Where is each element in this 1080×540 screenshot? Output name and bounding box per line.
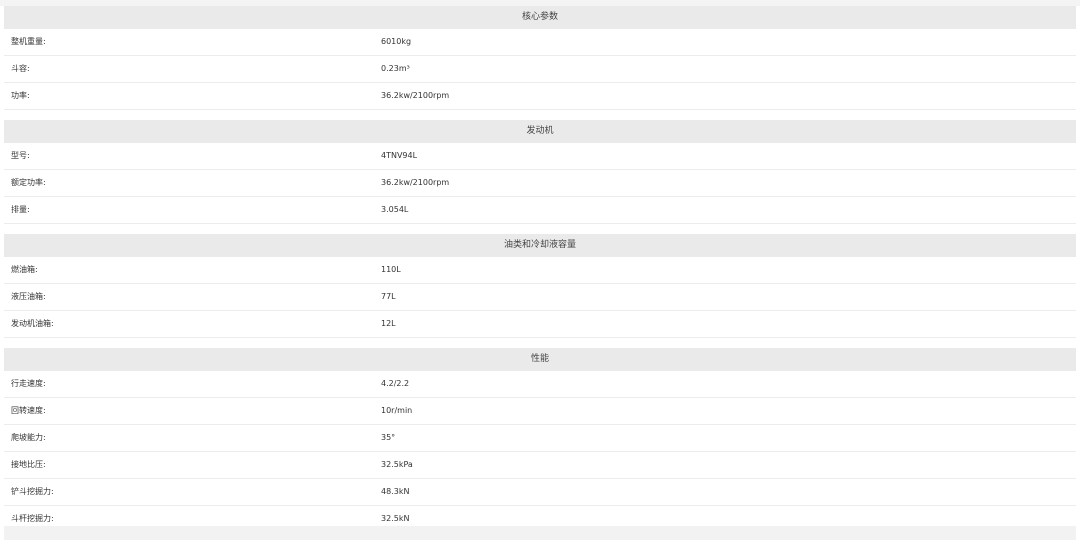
spec-row: 燃油箱: 110L [4, 257, 1076, 284]
spec-row: 功率: 36.2kw/2100rpm [4, 83, 1076, 110]
spec-label: 排量: [11, 205, 30, 214]
spec-row: 整机重量: 6010kg [4, 29, 1076, 56]
bottom-bar [4, 526, 1076, 540]
section-header: 性能 [4, 348, 1076, 371]
spec-row: 斗容: 0.23m³ [4, 56, 1076, 83]
spec-value: 35° [381, 433, 396, 442]
spec-value: 110L [381, 265, 401, 274]
spec-row: 爬坡能力: 35° [4, 425, 1076, 452]
spec-row: 铲斗挖掘力: 48.3kN [4, 479, 1076, 506]
spec-page: 核心参数 整机重量: 6010kg 斗容: 0.23m³ 功率: 36.2kw/… [0, 0, 1080, 540]
spec-label: 发动机油箱: [11, 319, 54, 328]
spec-value: 48.3kN [381, 487, 410, 496]
spec-label: 整机重量: [11, 37, 46, 46]
spec-row: 回转速度: 10r/min [4, 398, 1076, 425]
spec-label: 型号: [11, 151, 30, 160]
spec-label: 行走速度: [11, 379, 46, 388]
section-engine: 发动机 型号: 4TNV94L 额定功率: 36.2kw/2100rpm 排量:… [4, 120, 1076, 224]
spec-label: 功率: [11, 91, 30, 100]
spec-label: 铲斗挖掘力: [11, 487, 54, 496]
spec-value: 36.2kw/2100rpm [381, 91, 450, 100]
section-header: 油类和冷却液容量 [4, 234, 1076, 257]
spec-label: 额定功率: [11, 178, 46, 187]
spec-value: 4TNV94L [381, 151, 418, 160]
spec-label: 接地比压: [11, 460, 46, 469]
section-header: 核心参数 [4, 6, 1076, 29]
spec-label: 回转速度: [11, 406, 46, 415]
spec-label: 液压油箱: [11, 292, 46, 301]
spec-row: 排量: 3.054L [4, 197, 1076, 224]
spec-label: 燃油箱: [11, 265, 38, 274]
spec-value: 77L [381, 292, 396, 301]
section-core-params: 核心参数 整机重量: 6010kg 斗容: 0.23m³ 功率: 36.2kw/… [4, 6, 1076, 110]
section-performance: 性能 行走速度: 4.2/2.2 回转速度: 10r/min 爬坡能力: 35°… [4, 348, 1076, 533]
spec-row: 接地比压: 32.5kPa [4, 452, 1076, 479]
spec-label: 爬坡能力: [11, 433, 46, 442]
section-fluid-capacity: 油类和冷却液容量 燃油箱: 110L 液压油箱: 77L 发动机油箱: 12L [4, 234, 1076, 338]
spec-sections: 核心参数 整机重量: 6010kg 斗容: 0.23m³ 功率: 36.2kw/… [4, 6, 1076, 540]
spec-value: 10r/min [381, 406, 413, 415]
spec-row: 额定功率: 36.2kw/2100rpm [4, 170, 1076, 197]
spec-value: 32.5kPa [381, 460, 413, 469]
spec-value: 0.23m³ [381, 64, 410, 73]
spec-value: 3.054L [381, 205, 409, 214]
spec-value: 6010kg [381, 37, 412, 46]
spec-value: 36.2kw/2100rpm [381, 178, 450, 187]
spec-row: 液压油箱: 77L [4, 284, 1076, 311]
spec-label: 斗容: [11, 64, 30, 73]
spec-row: 型号: 4TNV94L [4, 143, 1076, 170]
section-header: 发动机 [4, 120, 1076, 143]
spec-value: 12L [381, 319, 396, 328]
spec-value: 4.2/2.2 [381, 379, 410, 388]
spec-row: 发动机油箱: 12L [4, 311, 1076, 338]
spec-row: 行走速度: 4.2/2.2 [4, 371, 1076, 398]
